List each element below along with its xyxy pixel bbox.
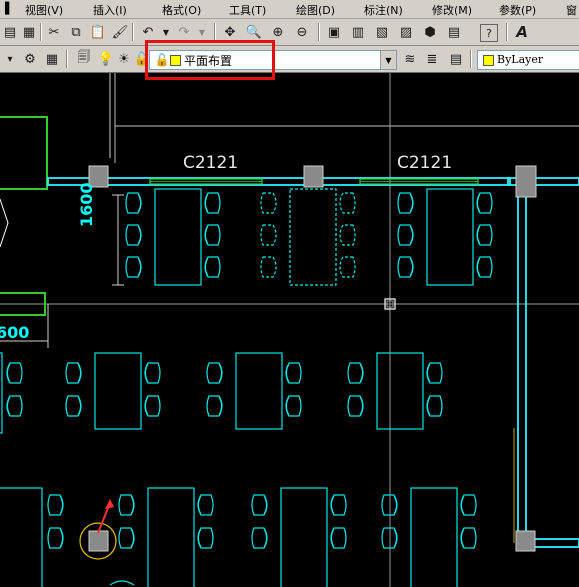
window-label: C2121 [183,153,239,173]
open-icon[interactable]: ▤ [0,22,20,42]
paste-icon[interactable]: 📋 [88,22,108,42]
menu-item-dimension[interactable]: 标注(N) [364,2,403,18]
help-icon[interactable]: ? [480,24,498,42]
undo-icon[interactable]: ↶ [138,22,158,42]
properties-icon[interactable]: ▣ [324,22,344,42]
match-properties-icon[interactable]: 🖌 [110,22,130,42]
menu-item-parametric[interactable]: 参数(P) [499,2,536,18]
toolbar-separator [214,23,216,41]
color-value: ByLayer [497,53,544,66]
cut-icon[interactable]: ✂ [44,22,64,42]
dimension-text: 1600 [77,182,96,227]
dimension-text: 600 [0,323,30,342]
menu-item-insert[interactable]: 插入(I) [93,2,127,18]
menu-bar: ▌ 视图(V) 插入(I) 格式(O) 工具(T) 绘图(D) 标注(N) 修改… [0,0,579,19]
text-style-icon[interactable]: A [512,22,532,42]
toolbar-separator [506,23,508,41]
standard-toolbar: ▤ ▦ ✂ ⧉ 📋 🖌 ↶ ▼ ↷ ▼ ✥ 🔍 ⊕ ⊖ ▣ ▥ ▧ ▨ ⬢ ▤ … [0,19,579,46]
menu-item-window[interactable]: 窗 [566,2,577,18]
save-icon[interactable]: ▦ [19,22,39,42]
redo-dropdown-icon[interactable]: ▼ [192,22,212,42]
toolbar-separator [132,23,134,41]
copy-icon[interactable]: ⧉ [66,22,86,42]
window-label: C2121 [397,153,453,173]
menu-item-modify[interactable]: 修改(M) [432,2,472,18]
pan-icon[interactable]: ✥ [220,22,240,42]
layer-previous-icon[interactable]: ≣ [422,49,442,69]
calculator-icon[interactable]: ▤ [444,22,464,42]
layer-iso-icon[interactable]: ▤ [446,49,466,69]
make-current-layer-icon[interactable]: ≋ [400,49,420,69]
sheet-set-icon[interactable]: ▨ [396,22,416,42]
color-dropdown[interactable]: ByLayer [477,50,579,70]
toolbar-separator [40,23,42,41]
redo-icon[interactable]: ↷ [174,22,194,42]
sun-icon[interactable]: ☀ [114,49,134,69]
design-center-icon[interactable]: ▥ [348,22,368,42]
dropdown-arrow-icon[interactable]: ▾ [0,49,20,69]
zoom-realtime-icon[interactable]: 🔍 [244,22,264,42]
gear-icon[interactable]: ⚙ [20,49,40,69]
zoom-previous-icon[interactable]: ⊖ [292,22,312,42]
chevron-down-icon[interactable]: ▼ [380,51,396,69]
drawing-canvas[interactable]: C2121 C2121 1600 600 [0,73,579,587]
tool-palettes-icon[interactable]: ▧ [372,22,392,42]
menu-item-draw[interactable]: 绘图(D) [296,2,335,18]
layer-states-icon[interactable]: ▦ [42,49,62,69]
toolbar-separator [318,23,320,41]
undo-dropdown-icon[interactable]: ▼ [156,22,176,42]
toolbar-separator [470,50,472,68]
floor-plan-drawing [0,73,579,587]
color-swatch [483,55,494,66]
zoom-window-icon[interactable]: ⊕ [268,22,288,42]
layers-toolbar: ▾ ⚙ ▦ 🗐 💡 ☀ 🔓 🔓 平面布置 ▼ ≋ ≣ ▤ ByLayer [0,46,579,73]
menu-item-format[interactable]: 格式(O) [162,2,201,18]
layer-manager-icon[interactable]: 🗐 [74,49,94,69]
menu-item-view[interactable]: 视图(V) [25,2,63,18]
menu-item-tools[interactable]: 工具(T) [229,2,266,18]
lightbulb-icon[interactable]: 💡 [96,49,116,69]
markup-icon[interactable]: ⬢ [420,22,440,42]
toolbar-separator [66,50,68,68]
menu-item-partial[interactable]: ▌ [5,2,13,15]
